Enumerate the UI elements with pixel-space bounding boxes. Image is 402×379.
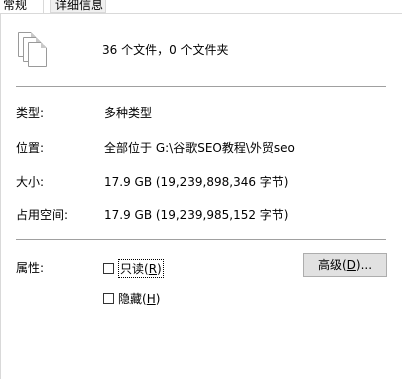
location-value: 全部位于 G:\谷歌SEO教程\外贸seo: [104, 141, 295, 155]
readonly-checkbox[interactable]: 只读(R): [103, 258, 164, 278]
type-label: 类型:: [16, 106, 45, 120]
size-value: 17.9 GB (19,239,898,346 字节): [104, 175, 289, 189]
tab-bar: 常规 详细信息: [0, 0, 402, 14]
advanced-button[interactable]: 高级(D)...: [303, 253, 387, 277]
attributes-label: 属性:: [16, 261, 45, 275]
tab-general[interactable]: 常规: [0, 0, 44, 13]
divider: [16, 239, 386, 240]
type-value: 多种类型: [104, 106, 153, 120]
selection-summary: 36 个文件，0 个文件夹: [102, 43, 229, 57]
hidden-checkbox[interactable]: 隐藏(H): [103, 291, 161, 306]
multiple-files-icon: [18, 32, 50, 72]
hidden-checkbox-box[interactable]: [103, 292, 114, 304]
size-label: 大小:: [16, 175, 45, 189]
readonly-checkbox-label: 只读(R): [118, 258, 164, 278]
location-label: 位置:: [16, 141, 45, 155]
hidden-checkbox-label: 隐藏(H): [118, 291, 161, 306]
tab-details[interactable]: 详细信息: [50, 0, 106, 13]
readonly-checkbox-box[interactable]: [103, 262, 114, 274]
disk-usage-label: 占用空间:: [16, 208, 69, 222]
divider: [16, 86, 386, 87]
disk-usage-value: 17.9 GB (19,239,985,152 字节): [104, 208, 289, 222]
properties-panel: [0, 13, 402, 379]
